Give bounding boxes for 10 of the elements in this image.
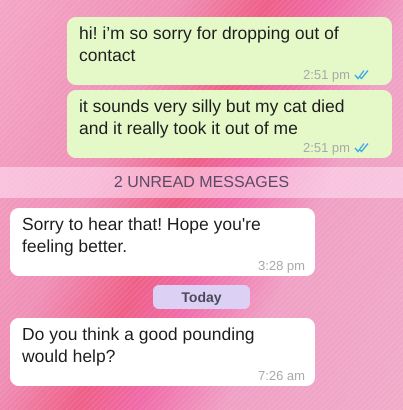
message-time: 7:26 am (258, 368, 305, 382)
unread-banner: 2 UNREAD MESSAGES (0, 167, 403, 198)
message-text: Do you think a good pounding would help? (22, 323, 256, 367)
message-time: 2:51 pm (303, 140, 350, 154)
message-time: 3:28 pm (258, 258, 305, 272)
message-text: hi! i’m so sorry for dropping out of contact (79, 22, 340, 66)
message-time: 2:51 pm (303, 66, 350, 82)
message-text: it sounds very silly but my cat died and it really took it out of me (79, 95, 346, 139)
message-text: Sorry to hear that! Hope you're feeling better. (22, 213, 262, 257)
date-chip: Today (153, 285, 250, 309)
